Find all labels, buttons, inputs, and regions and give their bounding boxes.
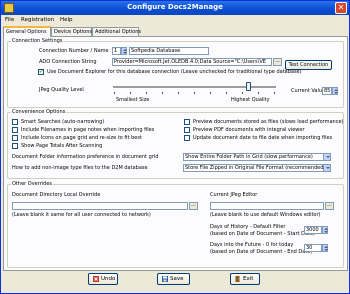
nonimage-files-label: How to add non-image type files to the D… bbox=[12, 165, 148, 171]
jpeg-quality-slider-thumb[interactable] bbox=[246, 82, 251, 91]
doc-dir-override-label: Document Directory Local Override bbox=[12, 192, 101, 198]
save-label: Save bbox=[170, 276, 184, 282]
future-days-label: Days into the Future - 0 for today bbox=[210, 242, 294, 248]
general-options-panel: Connection Settings Connection Number / … bbox=[3, 36, 348, 271]
connection-settings-group: Connection Settings Connection Number / … bbox=[7, 38, 344, 108]
menu-file[interactable]: File bbox=[5, 17, 14, 23]
connection-number-field[interactable]: 1 bbox=[112, 47, 121, 55]
convenience-options-title: Convenience Options bbox=[11, 109, 67, 115]
include-icons-label: Include Icons on page grid and re-size t… bbox=[21, 135, 142, 141]
jpeg-quality-label: JPeg Quality Level bbox=[39, 87, 84, 93]
configure-window: Configure Docs2Manage ✕ File Registratio… bbox=[0, 0, 350, 294]
jpeg-editor-hint: (Leave blank to use default Windows edit… bbox=[210, 212, 321, 218]
update-document-date-checkbox[interactable] bbox=[184, 135, 190, 141]
slider-tick bbox=[178, 92, 179, 94]
save-button[interactable]: Save bbox=[157, 273, 190, 285]
jpeg-editor-field[interactable] bbox=[210, 202, 324, 210]
title-bar: Configure Docs2Manage ✕ bbox=[1, 1, 349, 15]
jpeg-editor-label: Current JPeg Editor bbox=[210, 192, 258, 198]
exit-button[interactable]: Exit bbox=[230, 273, 260, 285]
slider-min-label: Smallest Size bbox=[116, 97, 150, 103]
nonimage-files-select[interactable]: Store File Zipped in Original File Forma… bbox=[183, 164, 331, 172]
history-days-spinner[interactable] bbox=[322, 226, 328, 234]
bottom-button-bar: Undo Save Exit bbox=[1, 271, 349, 293]
tab-general-options[interactable]: General Options bbox=[3, 26, 51, 37]
use-explorer-label: Use Document Explorer for this database … bbox=[47, 69, 302, 75]
preview-documents-label: Preview documents stored as files (slows… bbox=[193, 119, 344, 125]
current-value-spinner[interactable] bbox=[332, 87, 338, 95]
current-value-label: Current Value bbox=[291, 88, 326, 94]
folder-info-value: Show Entire Folder Path in Grid (slow pe… bbox=[185, 154, 313, 160]
folder-info-select[interactable]: Show Entire Folder Path in Grid (slow pe… bbox=[183, 153, 331, 161]
tab-additional-options[interactable]: Additional Options bbox=[92, 27, 141, 36]
update-document-date-label: Update document date to file date when i… bbox=[193, 135, 333, 141]
history-days-label: Days of History - Default Filter bbox=[210, 224, 286, 230]
undo-icon bbox=[93, 275, 99, 282]
include-icons-checkbox[interactable] bbox=[12, 135, 18, 141]
smart-searches-checkbox[interactable] bbox=[12, 119, 18, 125]
slider-tick bbox=[242, 92, 243, 94]
show-page-totals-label: Show Page Totals After Scanning bbox=[21, 143, 103, 149]
connection-settings-title: Connection Settings bbox=[11, 38, 64, 44]
slider-tick bbox=[226, 92, 227, 94]
include-filenames-checkbox[interactable] bbox=[12, 127, 18, 133]
slider-tick bbox=[258, 92, 259, 94]
slider-tick bbox=[194, 92, 195, 94]
slider-max-label: Highest Quality bbox=[231, 97, 270, 103]
folder-info-label: Document Folder information preference i… bbox=[12, 154, 159, 160]
convenience-options-group: Convenience Options Smart Searches (auto… bbox=[7, 109, 344, 179]
slider-tick bbox=[210, 92, 211, 94]
chevron-down-icon[interactable] bbox=[323, 165, 330, 171]
doc-dir-browse-button[interactable]: ... bbox=[189, 202, 198, 210]
connection-number-spinner[interactable] bbox=[121, 47, 127, 55]
preview-documents-checkbox[interactable] bbox=[184, 119, 190, 125]
exit-door-icon bbox=[235, 275, 241, 282]
future-days-sublabel: (based on Date of Document - End Date) bbox=[210, 249, 313, 255]
undo-label: Undo bbox=[101, 276, 116, 282]
undo-button[interactable]: Undo bbox=[88, 273, 118, 285]
future-days-spinner[interactable] bbox=[322, 244, 328, 252]
tab-device-options[interactable]: Device Options bbox=[51, 27, 92, 36]
ado-connection-field[interactable]: Provider=Microsoft.Jet.OLEDB.4.0;Data So… bbox=[112, 58, 272, 66]
menu-registration[interactable]: Registration bbox=[21, 17, 54, 23]
slider-tick bbox=[114, 92, 115, 94]
window-title: Configure Docs2Manage bbox=[127, 3, 223, 11]
other-overrides-title: Other Overrides bbox=[11, 181, 54, 187]
preview-pdf-label: Preview PDF documents with integral view… bbox=[193, 127, 305, 133]
history-days-field[interactable]: 3000 bbox=[304, 226, 322, 234]
jpeg-quality-slider-track[interactable] bbox=[113, 86, 276, 88]
connection-name-field[interactable]: Softpedia Database bbox=[129, 47, 209, 55]
future-days-field[interactable]: 30 bbox=[304, 244, 322, 252]
slider-tick bbox=[274, 92, 275, 94]
menu-bar: File Registration Help bbox=[1, 15, 349, 26]
include-filenames-label: Include Filenames in page notes when imp… bbox=[21, 127, 155, 133]
ado-browse-button[interactable]: ... bbox=[273, 58, 282, 66]
close-button[interactable]: ✕ bbox=[335, 2, 347, 14]
slider-tick bbox=[162, 92, 163, 94]
exit-label: Exit bbox=[243, 276, 254, 282]
smart-searches-label: Smart Searches (auto-narrowing) bbox=[21, 119, 105, 125]
chevron-down-icon[interactable] bbox=[323, 154, 330, 160]
save-icon bbox=[162, 275, 168, 282]
menu-help[interactable]: Help bbox=[60, 17, 73, 23]
nonimage-files-value: Store File Zipped in Original File Forma… bbox=[185, 165, 326, 171]
ado-connection-label: ADO Connection String bbox=[39, 59, 97, 65]
jpeg-editor-browse-button[interactable]: ... bbox=[325, 202, 334, 210]
current-value-field[interactable]: 85 bbox=[322, 87, 332, 95]
doc-dir-hint: (Leave blank it same for all user connec… bbox=[12, 212, 151, 218]
other-overrides-group: Other Overrides Document Directory Local… bbox=[7, 181, 344, 268]
doc-dir-override-field[interactable] bbox=[12, 202, 188, 210]
history-days-sublabel: (based on Date of Document - Start Date) bbox=[210, 231, 315, 237]
use-explorer-checkbox[interactable]: ✔ bbox=[38, 69, 44, 75]
slider-tick bbox=[146, 92, 147, 94]
slider-tick bbox=[130, 92, 131, 94]
show-page-totals-checkbox[interactable] bbox=[12, 143, 18, 149]
preview-pdf-checkbox[interactable] bbox=[184, 127, 190, 133]
connection-number-label: Connection Number / Name bbox=[39, 48, 109, 54]
